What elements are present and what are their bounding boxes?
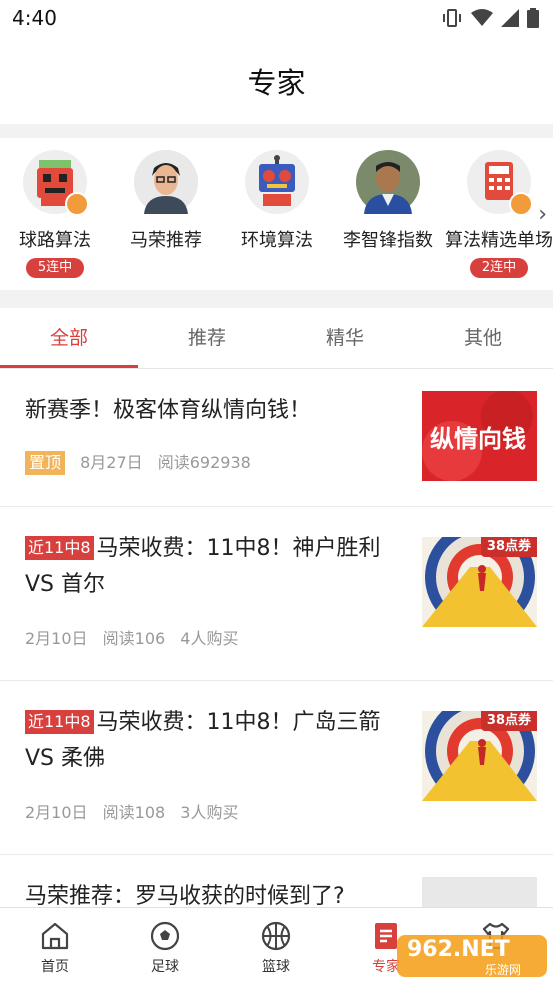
robot-avatar-icon: [245, 150, 309, 214]
article-meta: 置顶 8月27日 阅读692938: [25, 449, 261, 475]
nav-home[interactable]: 首页: [0, 918, 110, 976]
hit-rate-badge: 近11中8: [25, 710, 94, 734]
article-thumbnail: 纵情向钱: [422, 391, 537, 481]
article-date: 2月10日: [25, 629, 88, 648]
expert-item[interactable]: 马荣推荐: [111, 150, 221, 252]
person-avatar: [356, 150, 420, 214]
calculator-avatar-icon: [467, 150, 533, 216]
vibrate-icon: [443, 9, 461, 27]
expert-item[interactable]: 球路算法 5连中: [0, 150, 110, 278]
nav-label: 首页: [41, 959, 69, 975]
article-item[interactable]: 近11中8 马荣收费：11中8！广岛三箭 VS 柔佛 2月10日 阅读108 3人…: [0, 681, 553, 855]
expert-item[interactable]: 算法精选单场 2连中: [444, 150, 553, 278]
section-divider: [0, 290, 553, 308]
tab-other[interactable]: 其他: [414, 308, 552, 368]
expert-name: 环境算法: [241, 230, 313, 251]
tab-indicator: [0, 365, 138, 368]
nav-football[interactable]: 足球: [110, 918, 220, 976]
article-reads: 阅读108: [102, 803, 166, 822]
hot-badge-icon: [509, 192, 533, 216]
article-meta: 2月10日 阅读106 4人购买: [25, 625, 248, 649]
pinned-badge: 置顶: [25, 451, 66, 475]
expert-item[interactable]: 李智锋指数: [333, 150, 443, 252]
tab-featured[interactable]: 精华: [276, 308, 414, 368]
person-avatar: [134, 150, 198, 214]
article-title: 近11中8 马荣收费：11中8！广岛三箭 VS 柔佛: [25, 710, 381, 771]
article-item[interactable]: 新赛季！极客体育纵情向钱！ 置顶 8月27日 阅读692938 纵情向钱: [0, 369, 553, 507]
expert-name: 李智锋指数: [343, 230, 433, 251]
article-item[interactable]: 马荣推荐：罗马收获的时候到了?: [0, 855, 553, 907]
article-reads: 阅读692938: [157, 453, 251, 472]
coupon-badge: 38点券: [480, 711, 537, 731]
nav-label: 足球: [151, 959, 179, 975]
coupon-badge: 38点券: [480, 537, 537, 557]
article-thumbnail: [422, 877, 537, 907]
chevron-right-icon[interactable]: ›: [538, 202, 547, 227]
watermark-subtext: 乐游网: [485, 963, 522, 977]
article-title: 新赛季！极客体育纵情向钱！: [25, 398, 312, 423]
basketball-icon: [221, 918, 331, 954]
expert-name: 算法精选单场: [445, 230, 553, 251]
hit-rate-badge: 近11中8: [25, 536, 94, 560]
nav-label: 篮球: [262, 959, 290, 975]
article-title: 近11中8 马荣收费：11中8！神户胜利VS 首尔: [25, 536, 381, 597]
hot-badge-icon: [65, 192, 89, 216]
status-bar: 4:40: [0, 0, 553, 36]
expert-strip[interactable]: 球路算法 5连中 马荣推荐 环境算法 李智锋指数 算法精选单场 2连中 ›: [0, 138, 553, 290]
category-tabs: 全部 推荐 精华 其他: [0, 308, 553, 369]
article-meta: 2月10日 阅读108 3人购买: [25, 799, 248, 823]
article-reads: 阅读106: [102, 629, 166, 648]
page-header: 专家: [0, 36, 553, 124]
section-divider: [0, 124, 553, 138]
wifi-icon: [471, 9, 493, 26]
expert-name: 马荣推荐: [130, 230, 202, 251]
status-time: 4:40: [12, 6, 57, 30]
robot-avatar-icon: [23, 150, 89, 216]
article-title: 马荣推荐：罗马收获的时候到了?: [25, 884, 345, 907]
watermark-text: 962.NET: [407, 937, 510, 962]
article-thumbnail: 38点券: [422, 537, 537, 627]
home-icon: [0, 918, 110, 954]
watermark-logo: 962.NET 乐游网: [397, 933, 547, 979]
expert-item[interactable]: 环境算法: [222, 150, 332, 252]
battery-icon: [527, 8, 539, 28]
status-icons: [441, 8, 539, 28]
football-icon: [110, 918, 220, 954]
article-date: 8月27日: [80, 453, 143, 472]
article-date: 2月10日: [25, 803, 88, 822]
thumbnail-text: 纵情向钱: [430, 425, 526, 453]
article-buyers: 4人购买: [180, 629, 239, 648]
tab-recommend[interactable]: 推荐: [138, 308, 276, 368]
page-title: 专家: [247, 66, 306, 100]
signal-icon: [501, 9, 519, 27]
streak-badge: 5连中: [25, 258, 85, 278]
article-thumbnail: 38点券: [422, 711, 537, 801]
tab-all[interactable]: 全部: [0, 308, 138, 368]
article-item[interactable]: 近11中8 马荣收费：11中8！神户胜利VS 首尔 2月10日 阅读106 4人购…: [0, 507, 553, 681]
nav-basketball[interactable]: 篮球: [221, 918, 331, 976]
expert-name: 球路算法: [19, 230, 91, 251]
streak-badge: 2连中: [469, 258, 529, 278]
article-buyers: 3人购买: [180, 803, 239, 822]
